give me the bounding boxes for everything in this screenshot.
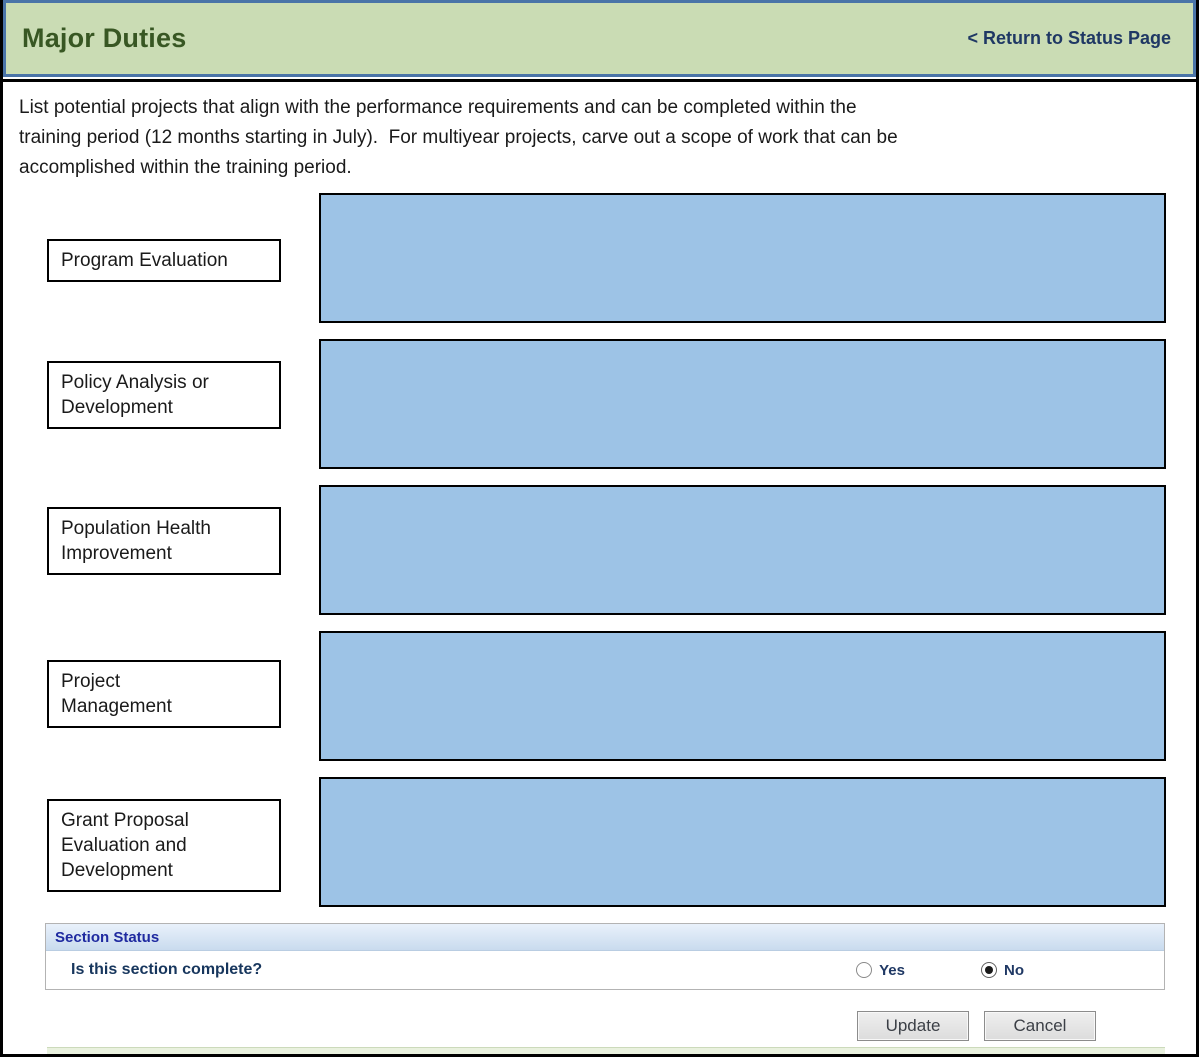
section-status-header: Section Status [46, 924, 1164, 951]
major-duties-page: Major Duties < Return to Status Page Lis… [0, 0, 1199, 1057]
radio-option-no[interactable]: No [981, 962, 1024, 979]
radio-option-yes[interactable]: Yes [856, 962, 905, 979]
cancel-button[interactable]: Cancel [984, 1011, 1096, 1041]
radio-yes-label: Yes [879, 961, 905, 979]
duty-label-population-health: Population Health Improvement [47, 507, 281, 575]
duty-label-program-evaluation: Program Evaluation [47, 239, 281, 282]
section-status-panel: Section Status Is this section complete?… [45, 923, 1165, 990]
page-header: Major Duties < Return to Status Page [3, 0, 1196, 77]
duty-row-grant-proposal: Grant Proposal Evaluation and Developmen… [47, 777, 1166, 907]
duty-row-policy-analysis: Policy Analysis or Development [47, 339, 1166, 469]
footer-strip [47, 1047, 1165, 1054]
duty-label-grant-proposal: Grant Proposal Evaluation and Developmen… [47, 799, 281, 892]
duty-input-grant-proposal[interactable] [319, 777, 1166, 907]
duty-row-program-evaluation: Program Evaluation [47, 193, 1166, 323]
section-status-question-row: Is this section complete? Yes No [46, 951, 1164, 989]
duty-input-program-evaluation[interactable] [319, 193, 1166, 323]
duty-row-project-management: Project Management [47, 631, 1166, 761]
content-area: List potential projects that align with … [3, 79, 1196, 1054]
section-complete-radio-group: Yes No [856, 962, 1024, 979]
update-button[interactable]: Update [857, 1011, 969, 1041]
section-complete-question: Is this section complete? [71, 961, 263, 978]
duty-input-population-health[interactable] [319, 485, 1166, 615]
duty-label-policy-analysis: Policy Analysis or Development [47, 361, 281, 429]
instructions-text: List potential projects that align with … [19, 97, 898, 178]
page-title: Major Duties [22, 23, 187, 53]
duty-row-population-health: Population Health Improvement [47, 485, 1166, 615]
duty-input-project-management[interactable] [319, 631, 1166, 761]
action-button-row: Update Cancel [3, 1011, 1096, 1041]
return-to-status-link[interactable]: < Return to Status Page [967, 28, 1171, 49]
radio-no-label: No [1004, 961, 1024, 979]
section-status-title: Section Status [55, 928, 160, 946]
radio-no-icon[interactable] [981, 962, 997, 978]
radio-yes-icon[interactable] [856, 962, 873, 978]
duty-input-policy-analysis[interactable] [319, 339, 1166, 469]
duty-label-project-management: Project Management [47, 660, 281, 728]
